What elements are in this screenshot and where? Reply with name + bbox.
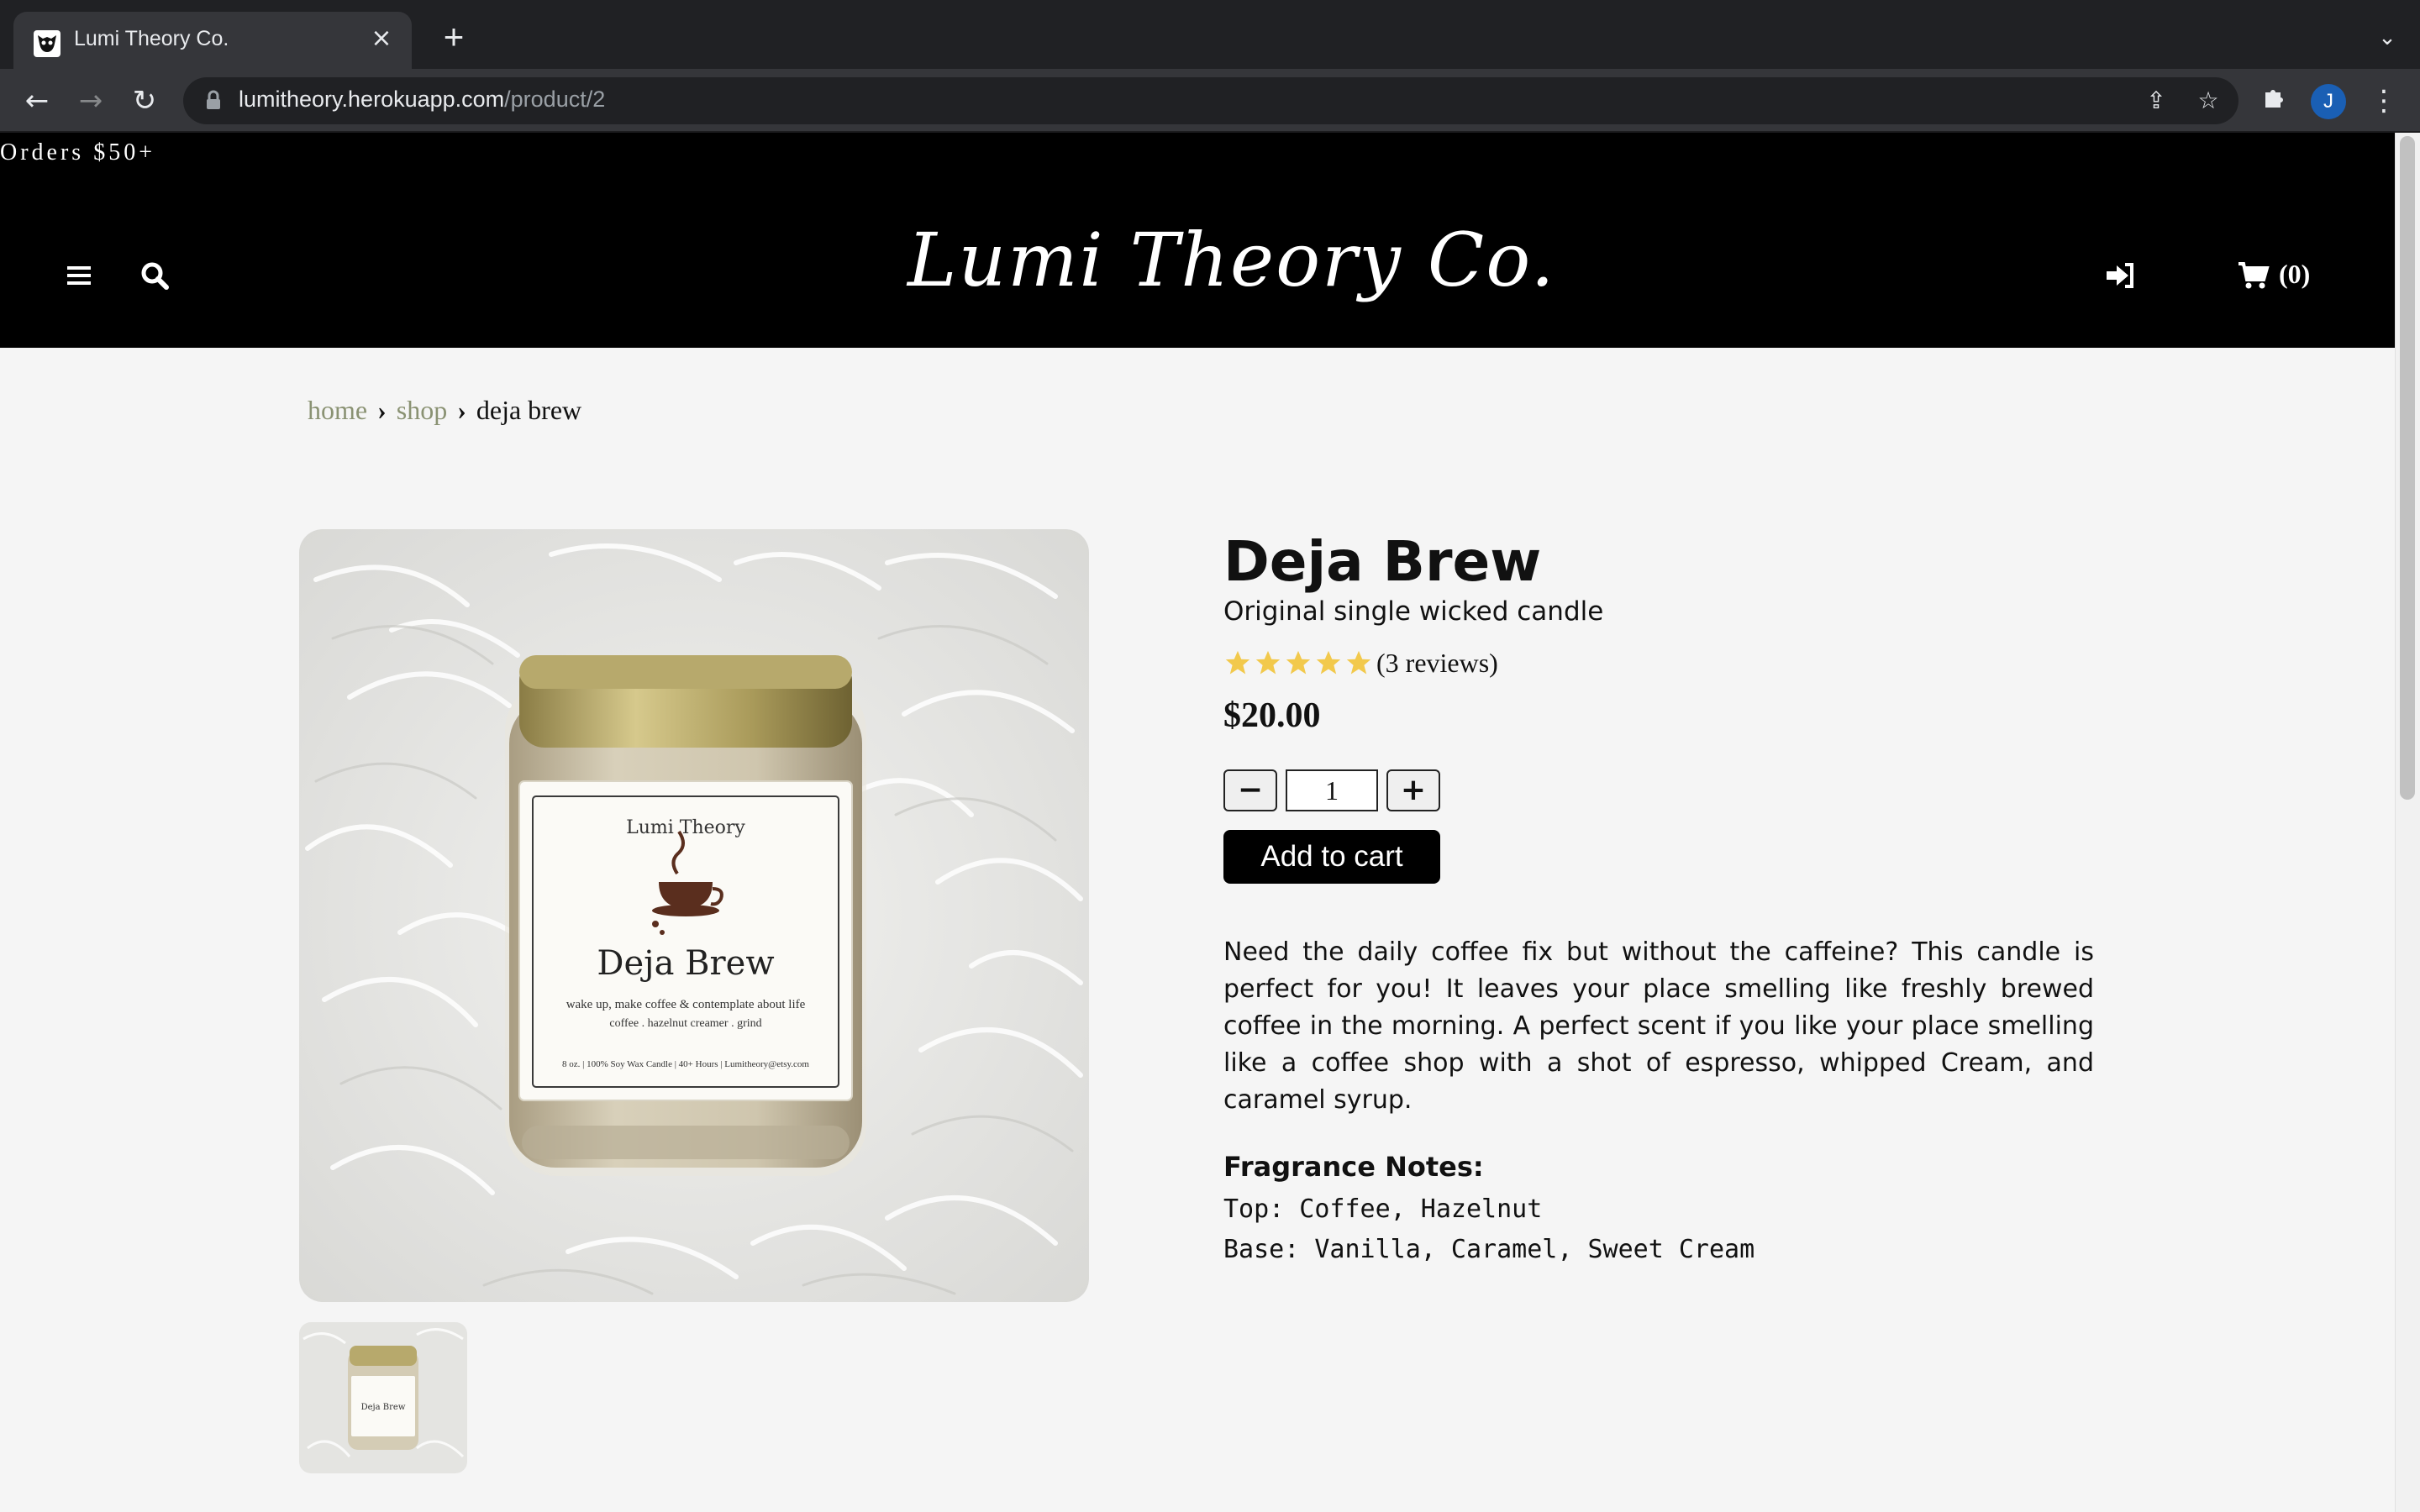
star-icon [1316, 650, 1341, 675]
product-thumbnail[interactable]: Deja Brew [299, 1322, 467, 1473]
star-icon [1225, 650, 1250, 675]
shopping-cart-icon[interactable] [2237, 259, 2270, 292]
reload-icon[interactable]: ↻ [128, 84, 161, 118]
star-icon [1346, 650, 1371, 675]
url-path: /product/2 [504, 87, 606, 112]
product-description: Need the daily coffee fix but without th… [1223, 937, 2094, 1115]
promo-banner: Orders $50+ [0, 139, 155, 165]
product-price: $20.00 [1223, 696, 1321, 735]
review-count-link[interactable]: (3 reviews) [1376, 648, 1498, 679]
extensions-puzzle-icon[interactable] [2257, 84, 2291, 118]
back-arrow-icon[interactable]: ← [20, 84, 54, 118]
quantity-increment-button[interactable]: + [1386, 769, 1440, 811]
new-tab-icon[interactable]: + [437, 19, 471, 55]
hamburger-icon[interactable] [62, 259, 96, 292]
star-icon [1286, 650, 1311, 675]
product-rating: (3 reviews) [1223, 643, 1498, 682]
quantity-decrement-button[interactable]: − [1223, 769, 1277, 811]
site-logo[interactable]: Lumi Theory Co. [908, 217, 1555, 303]
jar-tagline-text: wake up, make coffee & contemplate about… [566, 998, 806, 1011]
share-icon[interactable]: ⇪ [2143, 87, 2170, 114]
jar-brand-text: Lumi Theory [626, 817, 745, 838]
quantity-input[interactable] [1286, 769, 1378, 811]
breadcrumb: home › shop › deja brew [308, 395, 581, 426]
address-bar[interactable]: lumitheory.herokuapp.com/product/2 ⇪ ☆ [183, 77, 2238, 124]
forward-arrow-icon[interactable]: → [74, 84, 108, 118]
browser-menu-icon[interactable]: ⋮ [2370, 84, 2398, 118]
thumb-jar-name-text: Deja Brew [361, 1403, 406, 1412]
url-text: lumitheory.herokuapp.com/product/2 [239, 87, 605, 113]
search-icon[interactable] [138, 259, 171, 292]
breadcrumb-separator-icon: › [457, 395, 466, 425]
owl-favicon-icon [34, 30, 60, 57]
jar-notes-text: coffee . hazelnut creamer . grind [609, 1017, 761, 1030]
chevron-down-icon[interactable]: ⌄ [2375, 25, 2400, 50]
site-header: Orders $50+ Lumi Theory Co. (0) [0, 133, 2395, 348]
product-main-image[interactable]: Lumi Theory Deja Brew wake up, make coff… [299, 529, 1089, 1302]
fragrance-notes-heading: Fragrance Notes: [1223, 1151, 1484, 1183]
breadcrumb-shop-link[interactable]: shop [397, 395, 447, 425]
breadcrumb-home-link[interactable]: home [308, 395, 367, 425]
fragrance-base-notes: Base: Vanilla, Caramel, Sweet Cream [1223, 1235, 1755, 1264]
jar-name-text: Deja Brew [597, 944, 774, 983]
breadcrumb-current: deja brew [476, 395, 582, 425]
product-subtitle: Original single wicked candle [1223, 596, 1604, 627]
bookmark-star-icon[interactable]: ☆ [2195, 87, 2222, 114]
sign-in-icon[interactable] [2102, 259, 2138, 292]
tab-close-icon[interactable]: × [366, 24, 397, 54]
cart-count[interactable]: (0) [2279, 259, 2310, 290]
product-title: Deja Brew [1223, 529, 1542, 594]
url-host: lumitheory.herokuapp.com [239, 87, 505, 112]
star-icon [1255, 650, 1281, 675]
add-to-cart-button[interactable]: Add to cart [1223, 830, 1440, 884]
lock-icon [207, 90, 220, 109]
browser-tab[interactable]: Lumi Theory Co. × [13, 12, 412, 69]
page-scrollbar-thumb[interactable] [2400, 136, 2415, 800]
breadcrumb-separator-icon: › [377, 395, 387, 425]
browser-tabstrip: Lumi Theory Co. × + ⌄ [0, 0, 2420, 69]
profile-avatar[interactable]: J [2311, 84, 2346, 119]
tab-title: Lumi Theory Co. [74, 27, 229, 50]
jar-footer-text: 8 oz. | 100% Soy Wax Candle | 40+ Hours … [562, 1059, 809, 1069]
fragrance-top-notes: Top: Coffee, Hazelnut [1223, 1194, 1543, 1224]
browser-toolbar: ← → ↻ lumitheory.herokuapp.com/product/2… [0, 69, 2420, 133]
